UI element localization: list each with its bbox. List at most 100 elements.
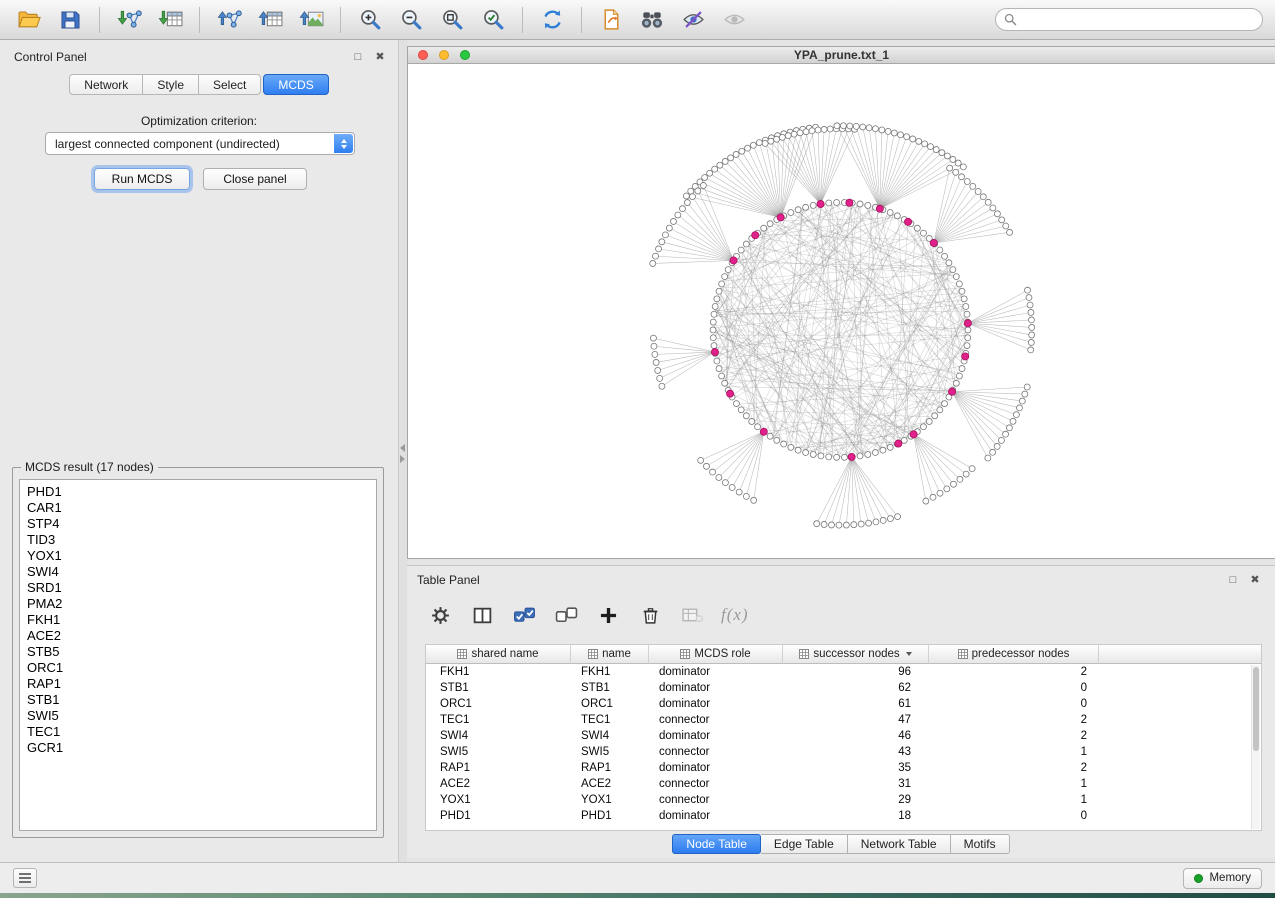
mcds-result-item[interactable]: PHD1 <box>20 484 376 500</box>
zoom-fit-button[interactable] <box>435 3 469 37</box>
show-graphics-button[interactable] <box>717 3 751 37</box>
show-column-panel-button[interactable] <box>469 602 495 628</box>
tab-motifs[interactable]: Motifs <box>951 834 1010 854</box>
table-panel-title: Table Panel <box>417 573 480 587</box>
mcds-result-item[interactable]: SWI4 <box>20 564 376 580</box>
table-row[interactable]: RAP1RAP1dominator352 <box>426 760 1261 776</box>
export-to-web-button[interactable] <box>594 3 628 37</box>
window-minimize-icon[interactable] <box>439 50 449 60</box>
optimization-criterion-select[interactable]: largest connected component (undirected) <box>45 132 355 155</box>
task-history-button[interactable] <box>13 868 37 888</box>
table-row[interactable]: TEC1TEC1connector472 <box>426 712 1261 728</box>
mcds-result-item[interactable]: SWI5 <box>20 708 376 724</box>
delete-column-button[interactable] <box>637 602 663 628</box>
hide-columns-button[interactable] <box>679 602 705 628</box>
vertical-splitter[interactable] <box>399 40 407 862</box>
table-grid-icon <box>680 649 690 659</box>
table-scrollbar[interactable] <box>1251 665 1260 829</box>
mcds-result-item[interactable]: ACE2 <box>20 628 376 644</box>
close-table-panel-icon[interactable]: ✖ <box>1249 574 1261 586</box>
mcds-result-item[interactable]: STB1 <box>20 692 376 708</box>
search-input[interactable] <box>1022 13 1254 27</box>
desktop-background <box>0 893 1275 898</box>
deselect-all-columns-button[interactable] <box>553 602 579 628</box>
network-canvas[interactable] <box>408 64 1275 558</box>
table-cell: 31 <box>783 776 929 792</box>
mcds-result-item[interactable]: FKH1 <box>20 612 376 628</box>
tab-network-table[interactable]: Network Table <box>848 834 951 854</box>
table-cell: 62 <box>783 680 929 696</box>
mcds-result-item[interactable]: STB5 <box>20 644 376 660</box>
list-icon <box>18 872 32 884</box>
select-all-columns-button[interactable] <box>511 602 537 628</box>
table-row[interactable]: PHD1PHD1dominator180 <box>426 808 1261 824</box>
table-row[interactable]: YOX1YOX1connector291 <box>426 792 1261 808</box>
mcds-result-item[interactable]: YOX1 <box>20 548 376 564</box>
table-cell: dominator <box>649 760 783 776</box>
hide-columns-icon <box>681 605 704 626</box>
column-header-successor-nodes[interactable]: successor nodes <box>783 645 929 664</box>
table-cell: ORC1 <box>571 696 649 712</box>
search-network-button[interactable] <box>635 3 669 37</box>
mcds-result-item[interactable]: ORC1 <box>20 660 376 676</box>
hide-graphics-button[interactable] <box>676 3 710 37</box>
memory-label: Memory <box>1209 872 1251 884</box>
table-row[interactable]: FKH1FKH1dominator962 <box>426 664 1261 680</box>
save-session-button[interactable] <box>53 3 87 37</box>
window-close-icon[interactable] <box>418 50 428 60</box>
tab-network[interactable]: Network <box>69 74 143 95</box>
zoom-out-button[interactable] <box>394 3 428 37</box>
column-header-mcds-role[interactable]: MCDS role <box>649 645 783 664</box>
mcds-result-item[interactable]: GCR1 <box>20 740 376 756</box>
function-builder-button[interactable]: f(x) <box>721 605 749 625</box>
mcds-result-item[interactable]: SRD1 <box>20 580 376 596</box>
scrollbar-thumb[interactable] <box>1253 667 1259 751</box>
sort-menu-icon <box>906 652 912 656</box>
float-panel-icon[interactable]: □ <box>352 51 364 63</box>
table-cell: SWI4 <box>426 728 571 744</box>
close-panel-button[interactable]: Close panel <box>203 168 307 190</box>
import-network-button[interactable] <box>112 3 146 37</box>
tab-select[interactable]: Select <box>199 74 261 95</box>
run-mcds-button[interactable]: Run MCDS <box>94 168 190 190</box>
float-table-panel-icon[interactable]: □ <box>1227 574 1239 586</box>
table-row[interactable]: ORC1ORC1dominator610 <box>426 696 1261 712</box>
tab-edge-table[interactable]: Edge Table <box>761 834 848 854</box>
create-column-button[interactable] <box>595 602 621 628</box>
close-panel-icon[interactable]: ✖ <box>374 51 386 63</box>
mcds-result-item[interactable]: CAR1 <box>20 500 376 516</box>
memory-button[interactable]: Memory <box>1183 868 1262 889</box>
window-maximize-icon[interactable] <box>460 50 470 60</box>
table-cell: ORC1 <box>426 696 571 712</box>
column-header-name[interactable]: name <box>571 645 649 664</box>
export-network-button[interactable] <box>212 3 246 37</box>
table-cell: 61 <box>783 696 929 712</box>
apply-layout-button[interactable] <box>535 3 569 37</box>
splitter-collapse-icon[interactable] <box>400 444 405 463</box>
mcds-result-item[interactable]: RAP1 <box>20 676 376 692</box>
network-window-titlebar[interactable]: YPA_prune.txt_1 <box>408 47 1275 64</box>
export-image-button[interactable] <box>294 3 328 37</box>
table-settings-button[interactable] <box>427 602 453 628</box>
zoom-selected-button[interactable] <box>476 3 510 37</box>
column-header-filler <box>1099 645 1261 664</box>
tab-mcds[interactable]: MCDS <box>263 74 328 95</box>
mcds-result-item[interactable]: TID3 <box>20 532 376 548</box>
mcds-result-item[interactable]: STP4 <box>20 516 376 532</box>
table-row[interactable]: ACE2ACE2connector311 <box>426 776 1261 792</box>
export-table-button[interactable] <box>253 3 287 37</box>
column-header-predecessor-nodes[interactable]: predecessor nodes <box>929 645 1099 664</box>
mcds-result-item[interactable]: TEC1 <box>20 724 376 740</box>
table-row[interactable]: SWI4SWI4dominator462 <box>426 728 1261 744</box>
import-table-button[interactable] <box>153 3 187 37</box>
zoom-in-button[interactable] <box>353 3 387 37</box>
network-window-title: YPA_prune.txt_1 <box>408 48 1275 62</box>
open-file-button[interactable] <box>12 3 46 37</box>
select-all-icon <box>513 605 536 626</box>
table-row[interactable]: STB1STB1dominator620 <box>426 680 1261 696</box>
tab-style[interactable]: Style <box>143 74 199 95</box>
tab-node-table[interactable]: Node Table <box>672 834 761 854</box>
column-header-shared-name[interactable]: shared name <box>426 645 571 664</box>
mcds-result-item[interactable]: PMA2 <box>20 596 376 612</box>
table-row[interactable]: SWI5SWI5connector431 <box>426 744 1261 760</box>
